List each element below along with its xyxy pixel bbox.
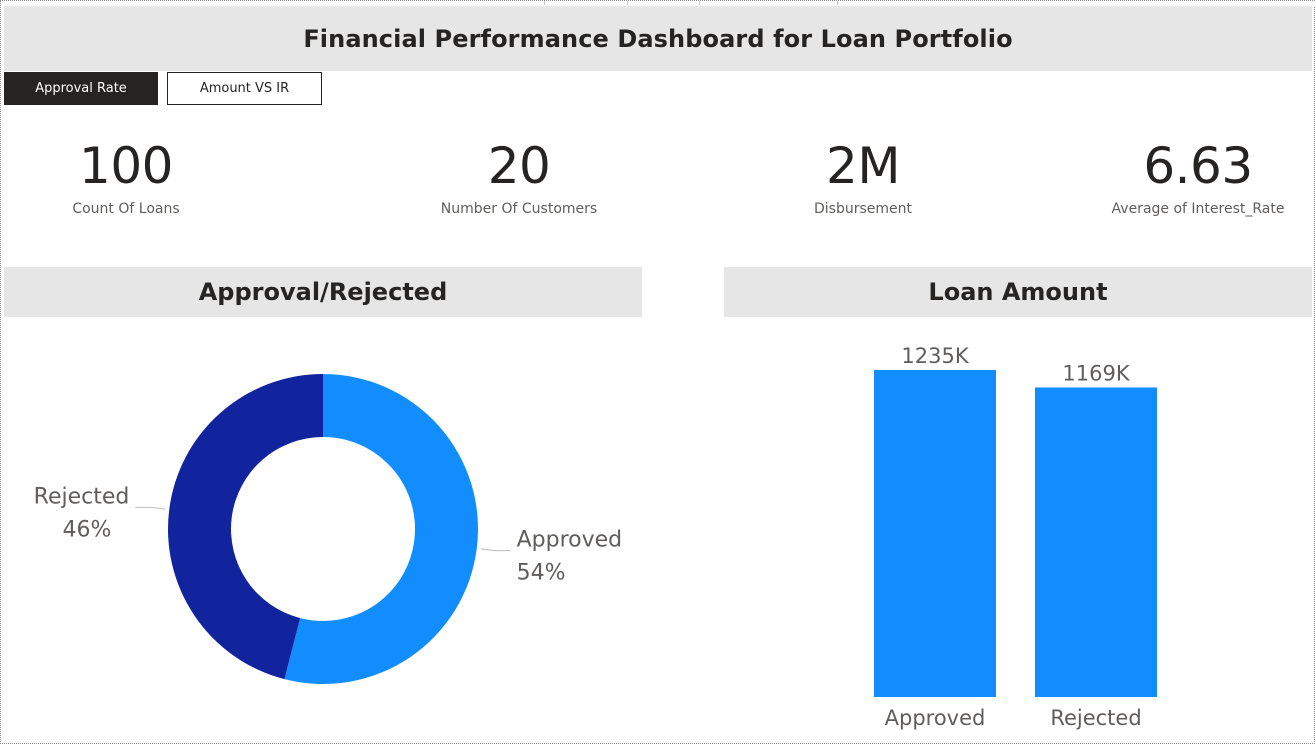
toolbar-separator [699, 1, 700, 5]
bar-category-label: Approved [885, 706, 986, 730]
loan-amount-bar-chart[interactable]: 1235K Approved 1169K Rejected [724, 317, 1312, 737]
kpi-value: 6.63 [1143, 137, 1253, 195]
kpi-label: Average of Interest_Rate [1111, 201, 1285, 217]
kpi-card-number-of-customers: 20 Number Of Customers [389, 136, 649, 217]
donut-data-label: Approved [517, 528, 623, 553]
amount-vs-ir-button[interactable]: Amount VS IR [167, 72, 322, 105]
bar-category-label: Rejected [1050, 706, 1141, 730]
loan-amount-header: Loan Amount [724, 267, 1312, 317]
kpi-card-average-interest-rate: 6.63 Average of Interest_Rate [1068, 136, 1315, 217]
donut-leader-line [135, 506, 166, 510]
page-title: Financial Performance Dashboard for Loan… [303, 24, 1013, 53]
amount-vs-ir-button-label: Amount VS IR [199, 81, 290, 96]
kpi-label: Disbursement [814, 201, 912, 217]
report-canvas: Financial Performance Dashboard for Loan… [0, 0, 1315, 744]
kpi-value: 100 [79, 137, 173, 195]
bar-rejected[interactable] [1035, 387, 1157, 697]
toolbar-separator [544, 1, 545, 5]
kpi-card-count-of-loans: 100 Count Of Loans [0, 136, 256, 217]
approval-rate-button-label: Approval Rate [35, 81, 127, 96]
toolbar-separator [837, 1, 838, 5]
kpi-value: 2M [826, 137, 900, 195]
dashboard-title-bar: Financial Performance Dashboard for Loan… [4, 6, 1312, 71]
kpi-card-disbursement: 2M Disbursement [733, 136, 993, 217]
kpi-value: 20 [487, 137, 551, 195]
bar-value-label: 1169K [1062, 361, 1130, 385]
section-title: Loan Amount [928, 278, 1108, 306]
section-title: Approval/Rejected [198, 278, 448, 306]
donut-percent-label: 54% [517, 561, 566, 586]
approval-rejected-header: Approval/Rejected [4, 267, 642, 317]
donut-percent-label: 46% [62, 517, 111, 542]
kpi-label: Count Of Loans [72, 201, 180, 217]
bar-approved[interactable] [874, 370, 996, 697]
kpi-label: Number Of Customers [440, 201, 598, 217]
approval-donut-chart[interactable]: Approved 54% Rejected 46% [1, 317, 661, 737]
donut-leader-line [480, 548, 511, 552]
toolbar-separator [627, 1, 628, 5]
approval-rate-button[interactable]: Approval Rate [4, 72, 158, 105]
bar-value-label: 1235K [901, 344, 969, 368]
donut-data-label: Rejected [34, 484, 130, 509]
